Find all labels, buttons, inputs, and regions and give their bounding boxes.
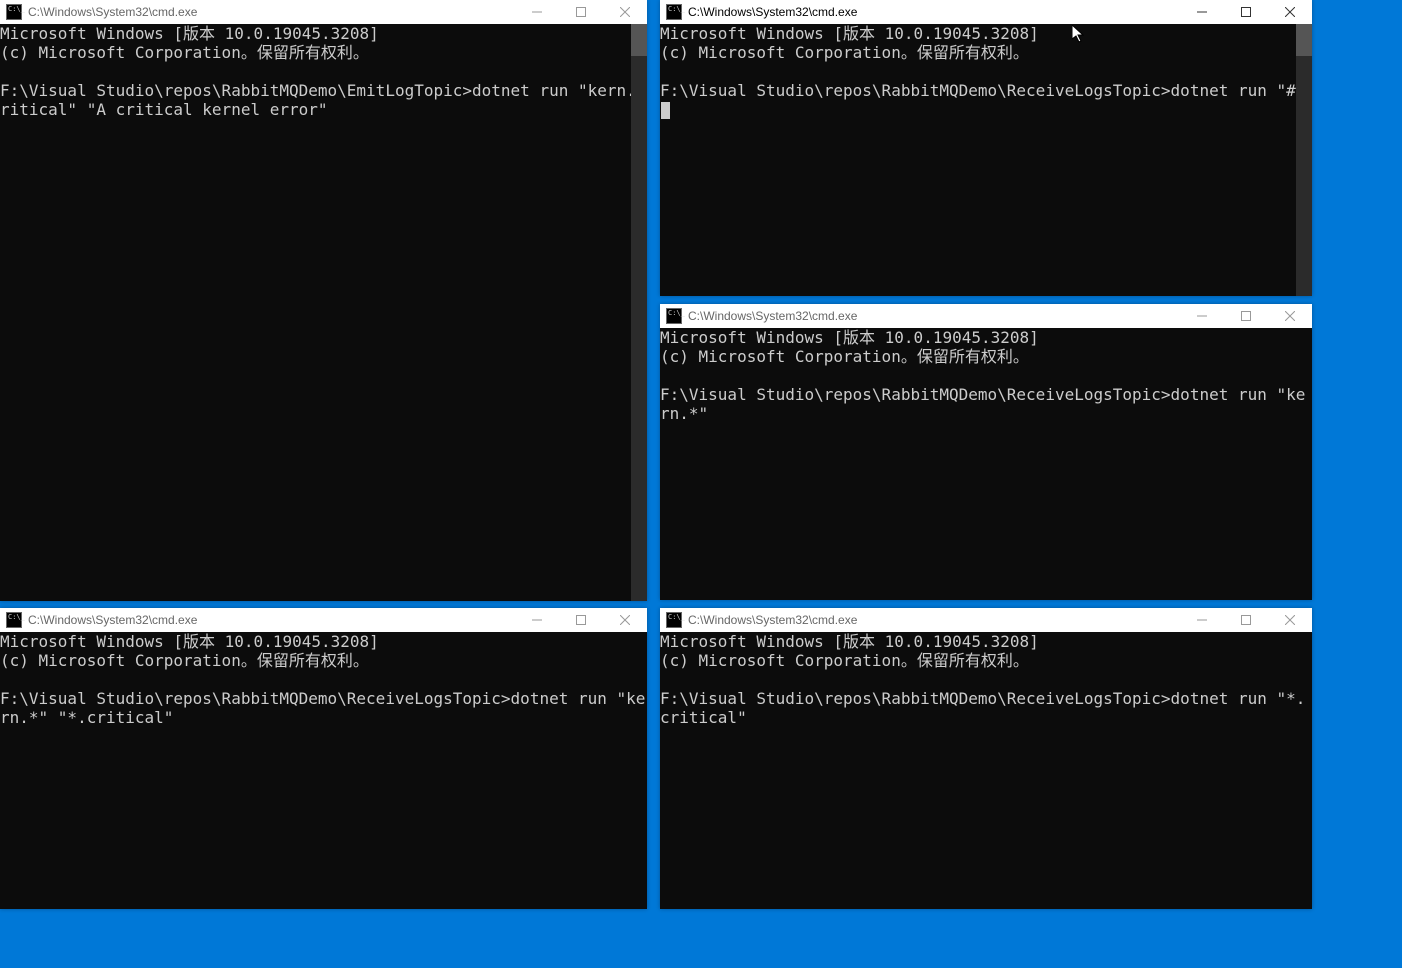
titlebar[interactable]: C:\Windows\System32\cmd.exe — [0, 608, 647, 632]
cmd-icon — [666, 612, 682, 628]
maximize-button[interactable] — [1224, 0, 1268, 24]
terminal-output[interactable]: Microsoft Windows [版本 10.0.19045.3208](c… — [660, 632, 1312, 909]
desktop: C:\Windows\System32\cmd.exe Microsoft Win… — [0, 0, 1402, 968]
terminal-output[interactable]: Microsoft Windows [版本 10.0.19045.3208](c… — [0, 632, 647, 909]
close-button[interactable] — [603, 608, 647, 632]
close-button[interactable] — [1268, 0, 1312, 24]
maximize-button[interactable] — [1224, 608, 1268, 632]
prompt-line: F:\Visual Studio\repos\RabbitMQDemo\Rece… — [660, 385, 1312, 423]
prompt-line: F:\Visual Studio\repos\RabbitMQDemo\Emit… — [0, 81, 647, 119]
minimize-button[interactable] — [1180, 608, 1224, 632]
scrollbar[interactable] — [1296, 24, 1312, 296]
cmd-icon — [6, 4, 22, 20]
terminal-output[interactable]: Microsoft Windows [版本 10.0.19045.3208](c… — [660, 328, 1312, 600]
terminal-output[interactable]: Microsoft Windows [版本 10.0.19045.3208](c… — [0, 24, 647, 601]
cmd-icon — [666, 308, 682, 324]
minimize-button[interactable] — [1180, 304, 1224, 328]
banner-line: Microsoft Windows [版本 10.0.19045.3208] — [0, 24, 647, 43]
prompt-line: F:\Visual Studio\repos\RabbitMQDemo\Rece… — [660, 689, 1312, 727]
prompt: F:\Visual Studio\repos\RabbitMQDemo\Emit… — [0, 81, 472, 100]
banner-line: (c) Microsoft Corporation。保留所有权利。 — [660, 651, 1312, 670]
banner-line: Microsoft Windows [版本 10.0.19045.3208] — [660, 328, 1312, 347]
titlebar[interactable]: C:\Windows\System32\cmd.exe — [660, 608, 1312, 632]
cmd-window[interactable]: C:\Windows\System32\cmd.exe Microsoft Win… — [660, 608, 1312, 909]
maximize-button[interactable] — [559, 0, 603, 24]
prompt: F:\Visual Studio\repos\RabbitMQDemo\Rece… — [660, 689, 1171, 708]
banner-line: (c) Microsoft Corporation。保留所有权利。 — [0, 651, 647, 670]
cmd-icon — [666, 4, 682, 20]
window-title: C:\Windows\System32\cmd.exe — [688, 309, 857, 323]
text-cursor — [661, 102, 670, 119]
window-title: C:\Windows\System32\cmd.exe — [688, 5, 857, 19]
cmd-window[interactable]: C:\Windows\System32\cmd.exe Microsoft Win… — [660, 0, 1312, 296]
cmd-window[interactable]: C:\Windows\System32\cmd.exe Microsoft Win… — [0, 608, 647, 909]
banner-line: Microsoft Windows [版本 10.0.19045.3208] — [660, 632, 1312, 651]
titlebar[interactable]: C:\Windows\System32\cmd.exe — [660, 0, 1312, 24]
window-title: C:\Windows\System32\cmd.exe — [28, 613, 197, 627]
prompt: F:\Visual Studio\repos\RabbitMQDemo\Rece… — [660, 81, 1171, 100]
minimize-button[interactable] — [515, 608, 559, 632]
banner-line: Microsoft Windows [版本 10.0.19045.3208] — [660, 24, 1312, 43]
cmd-window[interactable]: C:\Windows\System32\cmd.exe Microsoft Win… — [0, 0, 647, 601]
maximize-button[interactable] — [559, 608, 603, 632]
window-title: C:\Windows\System32\cmd.exe — [28, 5, 197, 19]
maximize-button[interactable] — [1224, 304, 1268, 328]
prompt-line: F:\Visual Studio\repos\RabbitMQDemo\Rece… — [0, 689, 647, 727]
cmd-window[interactable]: C:\Windows\System32\cmd.exe Microsoft Win… — [660, 304, 1312, 600]
banner-line: (c) Microsoft Corporation。保留所有权利。 — [0, 43, 647, 62]
prompt-line: F:\Visual Studio\repos\RabbitMQDemo\Rece… — [660, 81, 1312, 119]
banner-line: (c) Microsoft Corporation。保留所有权利。 — [660, 43, 1312, 62]
close-button[interactable] — [1268, 608, 1312, 632]
command: dotnet run "#" — [1171, 81, 1306, 100]
banner-line: Microsoft Windows [版本 10.0.19045.3208] — [0, 632, 647, 651]
cmd-icon — [6, 612, 22, 628]
titlebar[interactable]: C:\Windows\System32\cmd.exe — [660, 304, 1312, 328]
scrollbar-thumb[interactable] — [631, 24, 647, 56]
minimize-button[interactable] — [1180, 0, 1224, 24]
titlebar[interactable]: C:\Windows\System32\cmd.exe — [0, 0, 647, 24]
banner-line: (c) Microsoft Corporation。保留所有权利。 — [660, 347, 1312, 366]
close-button[interactable] — [1268, 304, 1312, 328]
window-title: C:\Windows\System32\cmd.exe — [688, 613, 857, 627]
terminal-output[interactable]: Microsoft Windows [版本 10.0.19045.3208](c… — [660, 24, 1312, 296]
minimize-button[interactable] — [515, 0, 559, 24]
scrollbar-thumb[interactable] — [1296, 24, 1312, 56]
scrollbar[interactable] — [631, 24, 647, 601]
prompt: F:\Visual Studio\repos\RabbitMQDemo\Rece… — [0, 689, 511, 708]
close-button[interactable] — [603, 0, 647, 24]
prompt: F:\Visual Studio\repos\RabbitMQDemo\Rece… — [660, 385, 1171, 404]
